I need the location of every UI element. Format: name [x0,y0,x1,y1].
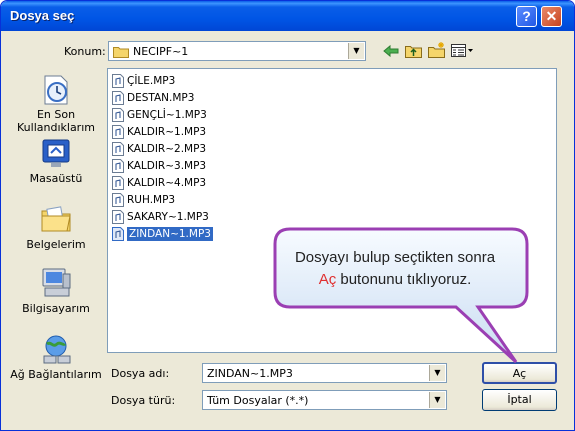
my-computer-icon [42,268,71,297]
audio-file-icon [112,74,124,88]
place-recent[interactable]: En Son Kullandıklarım [10,72,102,134]
callout-line1: Dosyayı bulup seçtikten sonra [294,249,496,266]
filename-input[interactable]: ZINDAN~1.MP3 ▼ [202,363,447,383]
chevron-down-icon[interactable]: ▼ [429,365,445,381]
view-menu-icon[interactable] [451,44,475,57]
audio-file-icon [112,142,124,156]
file-name: SAKARY~1.MP3 [127,211,209,223]
file-open-dialog: Dosya seç ? ✕ Konum: NECIPF~1 ▼ En Son K… [0,0,575,431]
audio-file-icon [112,210,124,224]
filename-value: ZINDAN~1.MP3 [207,367,293,380]
recent-documents-icon [44,75,68,105]
new-folder-icon[interactable] [428,42,446,58]
callout-line2-rest: butonunu tıklıyoruz. [336,271,472,288]
callout-line2: Aç butonunu tıklıyoruz. [270,269,520,291]
audio-file-icon [112,227,124,241]
filename-label: Dosya adı: [111,367,170,380]
up-folder-icon[interactable] [405,43,422,58]
file-name: KALDIR~1.MP3 [127,126,207,138]
audio-file-icon [112,159,124,173]
file-name: ÇİLE.MP3 [127,75,176,87]
file-item[interactable]: RUH.MP3 [112,192,175,208]
file-name: GENÇLİ~1.MP3 [127,109,207,121]
audio-file-icon [112,176,124,190]
file-item[interactable]: KALDIR~3.MP3 [112,158,206,174]
file-item[interactable]: KALDIR~1.MP3 [112,124,206,140]
place-desktop-label: Masaüstü [29,172,83,185]
file-list[interactable]: ÇİLE.MP3 DESTAN.MP3 GENÇLİ~1.MP3 KALDIR~… [107,68,557,353]
file-name: DESTAN.MP3 [127,92,195,104]
file-item[interactable]: GENÇLİ~1.MP3 [112,107,207,123]
chevron-down-icon[interactable]: ▼ [429,392,445,408]
location-value: NECIPF~1 [133,45,189,58]
network-places-icon [43,335,71,364]
place-desktop[interactable]: Masaüstü [10,136,102,185]
file-name: RUH.MP3 [127,194,176,206]
place-computer-label: Bilgisayarım [22,302,90,315]
file-item[interactable]: KALDIR~2.MP3 [112,141,206,157]
place-recent-label: En Son Kullandıklarım [17,108,95,134]
file-item[interactable]: DESTAN.MP3 [112,90,194,106]
filetype-label: Dosya türü: [111,394,176,407]
file-item[interactable]: KALDIR~4.MP3 [112,175,206,191]
place-computer[interactable]: Bilgisayarım [10,266,102,315]
close-button[interactable]: ✕ [541,6,562,27]
my-documents-icon [41,206,71,232]
location-label: Konum: [64,45,106,58]
cancel-button[interactable]: İptal [482,389,557,411]
filetype-value: Tüm Dosyalar (*.*) [207,394,309,407]
file-item[interactable]: ÇİLE.MP3 [112,73,175,89]
file-item-selected[interactable]: ZINDAN~1.MP3 [112,226,213,242]
file-name: KALDIR~4.MP3 [127,177,207,189]
back-arrow-icon[interactable] [383,44,399,58]
chevron-down-icon[interactable]: ▼ [348,43,364,59]
audio-file-icon [112,193,124,207]
file-item[interactable]: SAKARY~1.MP3 [112,209,209,225]
filetype-select[interactable]: Tüm Dosyalar (*.*) ▼ [202,390,447,410]
open-button[interactable]: Aç [482,362,557,384]
folder-icon [113,47,129,58]
audio-file-icon [112,125,124,139]
place-documents-label: Belgelerim [26,238,86,251]
place-documents[interactable]: Belgelerim [10,202,102,251]
callout-text: Dosyayı bulup seçtikten sonra Aç butonun… [270,247,520,291]
desktop-icon [42,139,70,167]
file-name: ZINDAN~1.MP3 [127,227,213,241]
help-button[interactable]: ? [516,6,537,27]
places-bar: En Son Kullandıklarım Masaüstü Belgeleri… [10,66,102,388]
audio-file-icon [112,91,124,105]
file-name: KALDIR~3.MP3 [127,160,207,172]
file-name: KALDIR~2.MP3 [127,143,207,155]
title-bar[interactable]: Dosya seç ? ✕ [1,1,574,31]
audio-file-icon [112,108,124,122]
location-combo[interactable]: NECIPF~1 ▼ [108,41,366,61]
window-title: Dosya seç [10,8,75,23]
callout-highlight: Aç [318,271,337,288]
place-network[interactable]: Ağ Bağlantılarım [10,332,102,381]
place-network-label: Ağ Bağlantılarım [10,368,102,381]
